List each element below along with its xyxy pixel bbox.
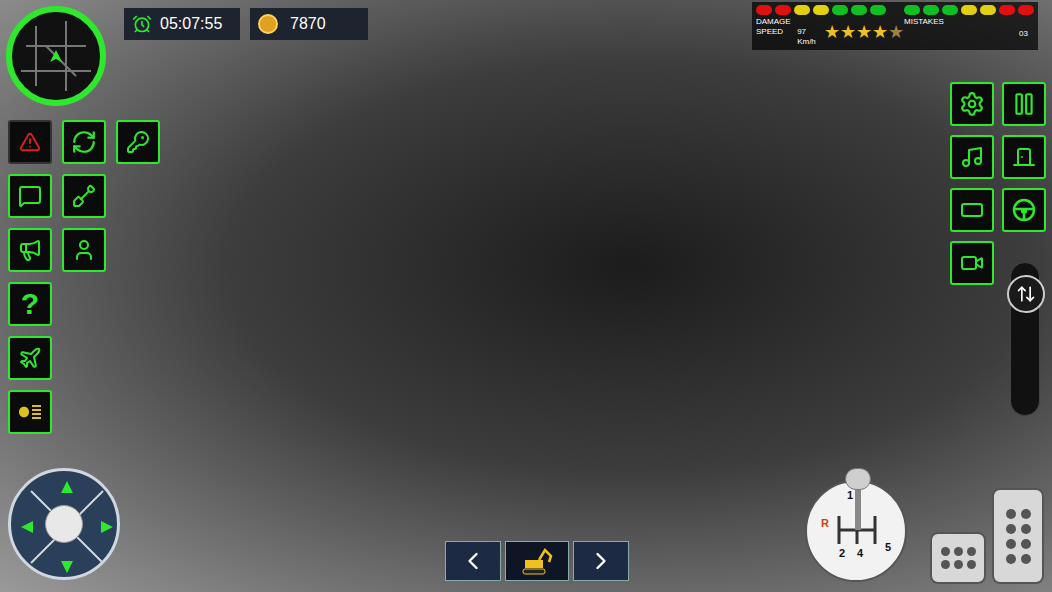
- steering-wheel-icon: [1011, 197, 1037, 223]
- mirror-icon: [960, 198, 984, 222]
- status-light: [904, 5, 920, 15]
- hazard-icon: [19, 131, 41, 153]
- seatbelt-icon: [72, 238, 96, 262]
- slider-thumb[interactable]: [1007, 275, 1045, 313]
- door-button[interactable]: [1002, 135, 1046, 179]
- status-panel: DAMAGESPEED97 Km/h★★★★★MISTAKES03: [752, 2, 1038, 50]
- chat-button[interactable]: [8, 174, 52, 218]
- gear-label: R: [821, 518, 829, 529]
- previous-vehicle-button[interactable]: [445, 541, 501, 581]
- key-icon: [126, 130, 150, 154]
- map-roads-icon: [16, 16, 96, 96]
- steering-button[interactable]: [1002, 188, 1046, 232]
- music-icon: [960, 145, 984, 169]
- status-light: [999, 5, 1015, 15]
- pause-icon: [1011, 91, 1037, 117]
- drone-icon: [18, 346, 42, 370]
- status-light: [832, 5, 848, 15]
- status-light: [775, 5, 791, 15]
- shovel-icon: [72, 184, 96, 208]
- music-button[interactable]: [950, 135, 994, 179]
- tools-button[interactable]: [62, 174, 106, 218]
- status-light: [870, 5, 886, 15]
- headlights-button[interactable]: [8, 390, 52, 434]
- status-light: [813, 5, 829, 15]
- clock-icon: [132, 14, 152, 34]
- seatbelt-button[interactable]: [62, 228, 106, 272]
- chevron-right-icon: [587, 547, 615, 575]
- status-light: [961, 5, 977, 15]
- gear-icon: [959, 91, 985, 117]
- headlight-icon: [17, 402, 43, 422]
- throttle-slider[interactable]: [1010, 262, 1040, 416]
- status-light: [756, 5, 772, 15]
- excavator-icon: [517, 546, 557, 576]
- status-light: [923, 5, 939, 15]
- gear-shifter[interactable]: 1 R 2 4 5: [805, 480, 907, 582]
- status-light: [942, 5, 958, 15]
- gear-label: 1: [847, 490, 853, 501]
- gear-knob[interactable]: [849, 468, 867, 530]
- star-rating: ★★★★★: [824, 23, 904, 41]
- chevron-left-icon: [459, 547, 487, 575]
- joystick[interactable]: [8, 468, 120, 580]
- status-light: [980, 5, 996, 15]
- pause-button[interactable]: [1002, 82, 1046, 126]
- drone-button[interactable]: [8, 336, 52, 380]
- star-icon: ★: [888, 23, 904, 41]
- gas-pedal[interactable]: [992, 488, 1044, 584]
- key-button[interactable]: [116, 120, 160, 164]
- damage-lights: [756, 5, 904, 15]
- gear-label: 4: [857, 548, 863, 559]
- star-icon: ★: [872, 23, 888, 41]
- hazard-button[interactable]: [8, 120, 52, 164]
- coin-icon: [258, 14, 278, 34]
- mirror-button[interactable]: [950, 188, 994, 232]
- star-icon: ★: [824, 23, 840, 41]
- gear-label: 5: [885, 542, 891, 553]
- camera-button[interactable]: [950, 241, 994, 285]
- game-screen: 05:07:55 7870? DAMAGESPEED97 Km/h★★★★★MIST…: [0, 0, 1052, 592]
- minimap[interactable]: [6, 6, 106, 106]
- chat-icon: [18, 184, 42, 208]
- status-light: [794, 5, 810, 15]
- mistake-lights: [904, 5, 1034, 15]
- status-light: [851, 5, 867, 15]
- video-camera-icon: [960, 251, 984, 275]
- restart-button[interactable]: [62, 120, 106, 164]
- up-down-icon: [1016, 284, 1036, 304]
- status-light: [1018, 5, 1034, 15]
- joystick-knob[interactable]: [45, 505, 83, 543]
- settings-button[interactable]: [950, 82, 994, 126]
- star-icon: ★: [840, 23, 856, 41]
- timer: 05:07:55: [124, 8, 240, 40]
- star-icon: ★: [856, 23, 872, 41]
- coins: 7870: [250, 8, 368, 40]
- horn-button[interactable]: [8, 228, 52, 272]
- horn-icon: [18, 238, 42, 262]
- vehicle-button[interactable]: [505, 541, 569, 581]
- next-vehicle-button[interactable]: [573, 541, 629, 581]
- gear-label: 2: [839, 548, 845, 559]
- restart-icon: [71, 129, 97, 155]
- help-button[interactable]: ?: [8, 282, 52, 326]
- brake-pedal[interactable]: [930, 532, 986, 584]
- vehicle-selector: [445, 541, 629, 581]
- door-icon: [1012, 145, 1036, 169]
